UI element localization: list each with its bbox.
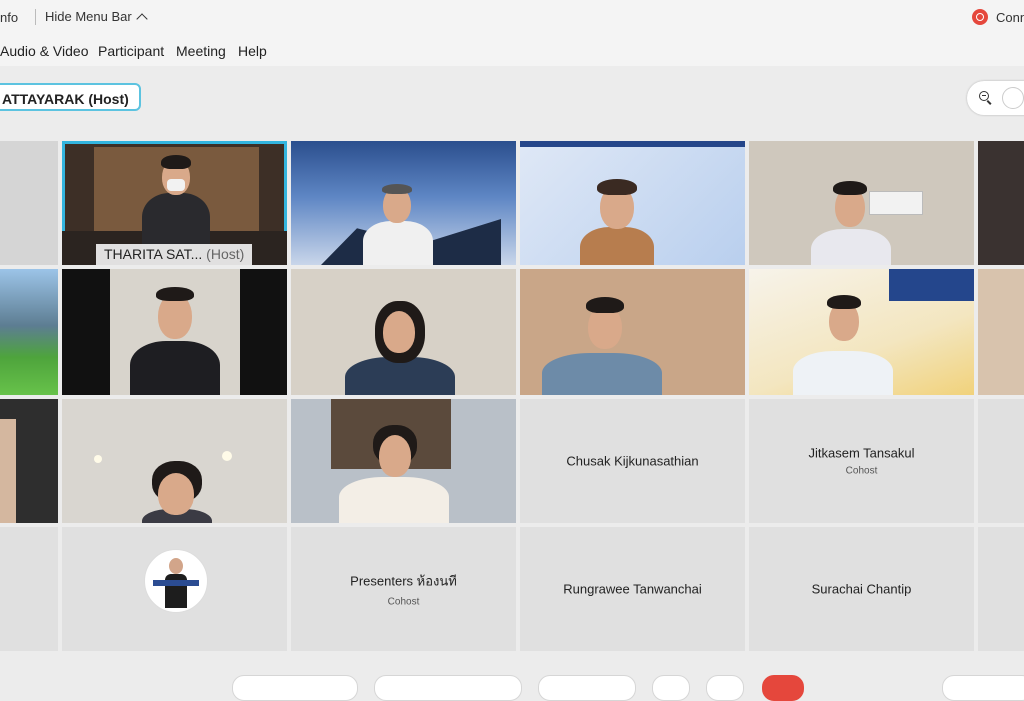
participant-name: Jitkasem Tansakul xyxy=(808,445,915,461)
banner-stripe xyxy=(520,141,745,147)
video-tile[interactable] xyxy=(62,269,287,395)
chevron-up-icon xyxy=(136,12,148,25)
participant-video xyxy=(0,419,16,523)
hide-menu-bar-button[interactable]: Hide Menu Bar xyxy=(45,9,148,25)
ceiling-light xyxy=(94,455,102,463)
hide-menu-bar-label: Hide Menu Bar xyxy=(45,9,132,24)
meeting-controls-bar xyxy=(0,660,1024,701)
participant-info: Presenters ห้องนที Cohost xyxy=(291,571,516,608)
participant-info: Rungrawee Tanwanchai xyxy=(520,582,745,597)
leave-button[interactable] xyxy=(762,675,804,701)
video-tile[interactable] xyxy=(749,269,974,395)
participant-name: Chusak Kijkunasathian xyxy=(566,453,699,469)
video-tile-no-video[interactable] xyxy=(0,527,58,651)
menu-meeting[interactable]: Meeting xyxy=(176,43,226,59)
participants-button[interactable] xyxy=(942,675,1024,701)
video-tile-no-video[interactable]: Surachai Chantip xyxy=(749,527,974,651)
video-tile-no-video[interactable]: Rungrawee Tanwanchai xyxy=(520,527,745,651)
video-tile-no-video[interactable]: Chusak Kijkunasathian xyxy=(520,399,745,523)
video-tile[interactable] xyxy=(520,269,745,395)
record-button[interactable] xyxy=(652,675,690,701)
zoom-control[interactable] xyxy=(967,81,1024,115)
connection-status[interactable]: Conn xyxy=(972,9,1024,25)
host-role: (Host) xyxy=(206,246,245,262)
toolbar-divider xyxy=(35,9,36,25)
ceiling-light xyxy=(222,451,232,461)
participant-info: Chusak Kijkunasathian xyxy=(520,454,745,469)
active-speaker-label[interactable]: ATTAYARAK (Host) xyxy=(0,83,141,111)
menu-bar: Audio & Video Participant Meeting Help xyxy=(0,36,1024,66)
video-tile[interactable] xyxy=(0,269,58,395)
avatar xyxy=(144,549,208,613)
video-tile[interactable] xyxy=(978,141,1024,265)
host-name-label: THARITA SAT... (Host) xyxy=(96,244,253,265)
reactions-button[interactable] xyxy=(706,675,744,701)
video-tile[interactable] xyxy=(749,141,974,265)
meeting-info-button[interactable]: nfo xyxy=(0,10,18,25)
participant-info: Surachai Chantip xyxy=(749,582,974,597)
video-button[interactable] xyxy=(374,675,522,701)
zoom-out-icon[interactable] xyxy=(979,91,989,101)
menu-help[interactable]: Help xyxy=(238,43,267,59)
video-tile-host[interactable]: THARITA SAT... (Host) xyxy=(62,141,287,265)
video-tile[interactable] xyxy=(0,399,58,523)
participant-name: Presenters ห้องนที xyxy=(350,573,457,589)
video-tile[interactable] xyxy=(520,141,745,265)
menu-participant[interactable]: Participant xyxy=(98,43,164,59)
banner-stripe xyxy=(889,269,974,301)
video-tile[interactable] xyxy=(0,141,58,265)
video-tile-no-video[interactable]: Jitkasem Tansakul Cohost xyxy=(749,399,974,523)
participant-role: Cohost xyxy=(387,596,420,608)
video-tile[interactable] xyxy=(291,141,516,265)
participant-name: Rungrawee Tanwanchai xyxy=(563,581,702,597)
video-tile-no-video[interactable] xyxy=(978,399,1024,523)
video-tile-no-video[interactable] xyxy=(978,527,1024,651)
zoom-slider-knob[interactable] xyxy=(1002,87,1024,109)
connection-label: Conn xyxy=(996,9,1024,25)
top-toolbar: nfo Hide Menu Bar Conn xyxy=(0,0,1024,36)
host-name: THARITA SAT... xyxy=(104,246,203,262)
video-tile[interactable] xyxy=(62,399,287,523)
participant-role: Cohost xyxy=(845,465,878,477)
share-button[interactable] xyxy=(538,675,636,701)
video-tile[interactable] xyxy=(291,399,516,523)
video-tile-avatar[interactable] xyxy=(62,527,287,651)
participant-info: Jitkasem Tansakul Cohost xyxy=(749,446,974,477)
mute-button[interactable] xyxy=(232,675,358,701)
video-tile-no-video[interactable]: Presenters ห้องนที Cohost xyxy=(291,527,516,651)
air-conditioner xyxy=(869,191,923,215)
record-icon xyxy=(972,9,988,25)
video-tile[interactable] xyxy=(291,269,516,395)
video-tile[interactable] xyxy=(978,269,1024,395)
menu-audio-video[interactable]: Audio & Video xyxy=(0,43,88,59)
participant-name: Surachai Chantip xyxy=(811,581,912,597)
